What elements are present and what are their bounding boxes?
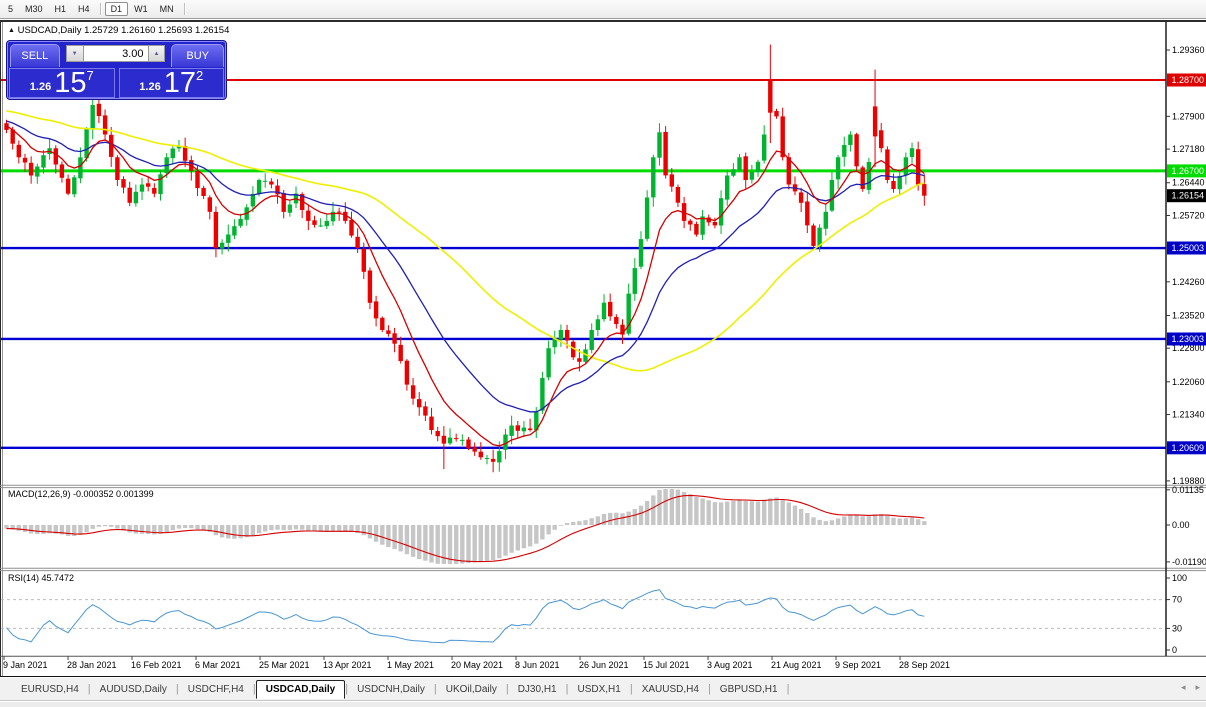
sell-price-sup: 7 [86, 68, 94, 83]
tab-scroll-right-icon[interactable]: ▸ [1195, 682, 1200, 693]
buy-price-display[interactable]: 1.26 17 2 [118, 67, 224, 99]
sell-price-prefix: 1.26 [29, 81, 52, 93]
svg-text:6 Mar 2021: 6 Mar 2021 [195, 660, 241, 670]
svg-text:15 Jul 2021: 15 Jul 2021 [643, 660, 690, 670]
chart-tab-usdchf[interactable]: USDCHF,H4 [179, 681, 253, 698]
svg-text:1.25003: 1.25003 [1172, 243, 1205, 253]
svg-text:0: 0 [1172, 645, 1177, 655]
svg-text:1.24260: 1.24260 [1172, 277, 1205, 287]
chart-tab-usdcnh[interactable]: USDCNH,Daily [348, 681, 434, 698]
chart-tab-gbpusd[interactable]: GBPUSD,H1 [711, 681, 787, 698]
chart-canvas[interactable]: 1.293601.286401.279001.271801.264401.257… [0, 0, 1206, 707]
chart-expand-icon[interactable]: ▲ [8, 27, 15, 34]
chart-ohlc-values: 1.25729 1.26160 1.25693 1.26154 [84, 25, 230, 36]
sell-price-big: 15 [54, 67, 87, 99]
svg-text:1.26700: 1.26700 [1172, 166, 1205, 176]
svg-text:16 Feb 2021: 16 Feb 2021 [131, 660, 182, 670]
svg-text:28 Sep 2021: 28 Sep 2021 [899, 660, 950, 670]
window-resize-strip [0, 700, 1206, 707]
sell-price-display[interactable]: 1.26 15 7 [9, 68, 115, 98]
buy-price-sup: 2 [195, 68, 204, 83]
svg-text:1.26154: 1.26154 [1172, 191, 1205, 201]
svg-text:1.26440: 1.26440 [1172, 178, 1205, 188]
price-axis[interactable]: 1.293601.286401.279001.271801.264401.257… [1166, 45, 1206, 486]
svg-text:13 Apr 2021: 13 Apr 2021 [323, 660, 372, 670]
rsi-axis: 100 70 30 0 [1166, 573, 1187, 655]
trade-panel-prices: 1.26 15 7 1.26 17 2 [9, 68, 224, 98]
svg-text:1.27900: 1.27900 [1172, 111, 1205, 121]
svg-text:100: 100 [1172, 573, 1187, 583]
spinner-down-icon: ▼ [71, 50, 78, 57]
volume-decrease-button[interactable]: ▼ [65, 45, 84, 62]
chart-tab-bar: EURUSD,H4 | AUDUSD,Daily | USDCHF,H4 | USDCAD,… [0, 678, 1206, 700]
tab-separator: | [786, 683, 790, 695]
sell-button[interactable]: SELL [10, 44, 60, 67]
svg-text:1.22060: 1.22060 [1172, 377, 1205, 387]
mt4-terminal: 5M30H1H4D1W1MN 1.293601.286401.279001.27… [0, 0, 1206, 707]
svg-text:1.20609: 1.20609 [1172, 443, 1205, 453]
tab-scroll-left-icon[interactable]: ◂ [1181, 682, 1186, 693]
chart-header: ▲ USDCAD,Daily 1.25729 1.26160 1.25693 1… [8, 25, 229, 36]
svg-text:1.23520: 1.23520 [1172, 310, 1205, 320]
tab-scroll-nav: ◂ ▸ [1181, 682, 1200, 693]
date-axis[interactable]: 9 Jan 2021 28 Jan 2021 16 Feb 2021 6 Mar 20… [3, 656, 950, 670]
one-click-trading-panel: SELL ▼ ▲ BUY 1.26157 1.26172 [7, 41, 226, 99]
chart-tab-ukoil[interactable]: UKOil,Daily [437, 681, 506, 698]
macd-axis: 0.01135 0.00 -0.01190 [1166, 485, 1206, 567]
chart-tab-eurusd[interactable]: EURUSD,H4 [12, 681, 88, 698]
candlesticks-layer [4, 44, 927, 473]
svg-text:1.23003: 1.23003 [1172, 334, 1205, 344]
svg-text:-0.01190: -0.01190 [1172, 557, 1206, 567]
buy-price-prefix: 1.26 [139, 81, 161, 93]
spinner-up-icon: ▲ [153, 50, 160, 57]
svg-text:1 May 2021: 1 May 2021 [387, 660, 434, 670]
svg-text:1.21340: 1.21340 [1172, 410, 1205, 420]
svg-text:30: 30 [1172, 623, 1182, 633]
svg-text:0.01135: 0.01135 [1172, 485, 1204, 495]
chart-symbol-label: USDCAD,Daily [17, 25, 82, 36]
svg-text:8 Jun 2021: 8 Jun 2021 [515, 660, 560, 670]
svg-text:20 May 2021: 20 May 2021 [451, 660, 503, 670]
volume-increase-button[interactable]: ▲ [147, 45, 166, 62]
svg-text:21 Aug 2021: 21 Aug 2021 [771, 660, 822, 670]
rsi-indicator-label: RSI(14) 45.7472 [8, 573, 75, 583]
svg-text:1.28700: 1.28700 [1172, 75, 1205, 85]
macd-indicator-label: MACD(12,26,9) -0.000352 0.001399 [8, 489, 154, 499]
ma-slow-line [6, 110, 925, 372]
svg-text:0.00: 0.00 [1172, 520, 1190, 530]
chart-tab-usdcad[interactable]: USDCAD,Daily [255, 679, 346, 699]
svg-text:3 Aug 2021: 3 Aug 2021 [707, 660, 753, 670]
chart-tab-audusd[interactable]: AUDUSD,Daily [91, 681, 176, 698]
svg-text:9 Sep 2021: 9 Sep 2021 [835, 660, 881, 670]
chart-tab-usdx[interactable]: USDX,H1 [568, 681, 629, 698]
buy-price-big: 17 [163, 67, 196, 99]
chart-tab-xauusd[interactable]: XAUUSD,H4 [633, 681, 708, 698]
chart-tab-dj30[interactable]: DJ30,H1 [509, 681, 566, 698]
trade-panel-controls: SELL ▼ ▲ BUY [8, 42, 225, 68]
svg-text:9 Jan 2021: 9 Jan 2021 [3, 660, 48, 670]
buy-button[interactable]: BUY [171, 44, 224, 67]
svg-text:1.29360: 1.29360 [1172, 45, 1205, 55]
svg-text:26 Jun 2021: 26 Jun 2021 [579, 660, 629, 670]
svg-text:70: 70 [1172, 595, 1182, 605]
svg-text:1.27180: 1.27180 [1172, 144, 1205, 154]
rsi-line [6, 589, 925, 644]
svg-text:25 Mar 2021: 25 Mar 2021 [259, 660, 310, 670]
svg-text:28 Jan 2021: 28 Jan 2021 [67, 660, 117, 670]
volume-input[interactable] [83, 45, 148, 62]
support-resistance-lines[interactable] [1, 78, 1166, 449]
svg-text:1.25720: 1.25720 [1172, 210, 1205, 220]
